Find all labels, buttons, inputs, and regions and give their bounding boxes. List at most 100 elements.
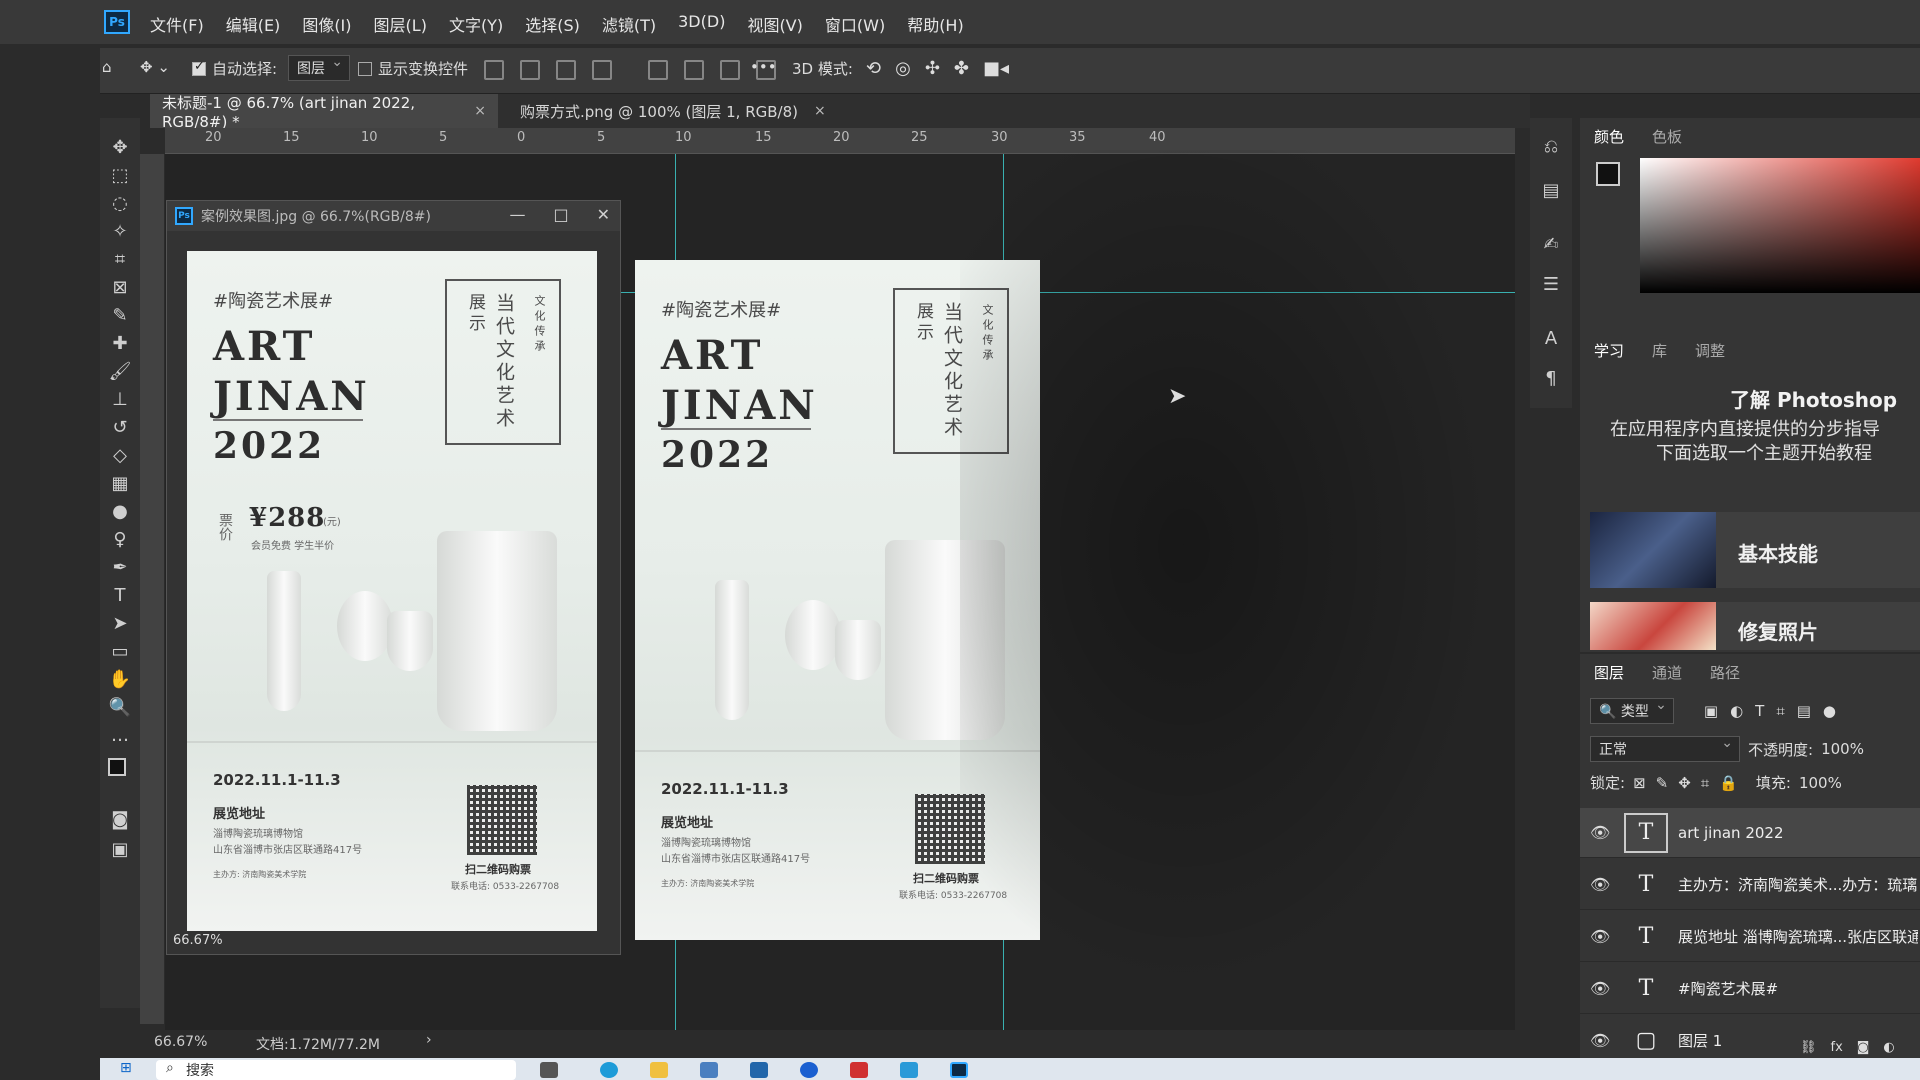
pen-tool-icon[interactable]: ✒: [108, 556, 132, 580]
menu-item[interactable]: 帮助(H): [907, 12, 964, 36]
layer-row[interactable]: 👁 T 主办方：济南陶瓷美术...办方：琉璃: [1580, 860, 1920, 910]
opacity-value[interactable]: 100%: [1821, 740, 1864, 758]
foreground-color-swatch[interactable]: [108, 758, 126, 776]
menu-item[interactable]: 图像(I): [302, 12, 351, 36]
align-middle-icon[interactable]: [684, 60, 704, 80]
layer-filter-icons[interactable]: ▣◐T⌗▤●: [1704, 702, 1848, 720]
history-brush-icon[interactable]: ↺: [108, 416, 132, 440]
tab-untitled-1[interactable]: 未标题-1 @ 66.7% (art jinan 2022, RGB/8#) *…: [150, 94, 498, 131]
menu-item[interactable]: 图层(L): [374, 12, 427, 36]
tab-color[interactable]: 颜色: [1594, 126, 1624, 147]
blend-mode-dropdown[interactable]: 正常: [1590, 735, 1740, 762]
fx-button[interactable]: fx: [1831, 1040, 1843, 1055]
lasso-tool-icon[interactable]: ◌: [108, 192, 132, 216]
blur-tool-icon[interactable]: ●: [108, 500, 132, 524]
tab-channels[interactable]: 通道: [1652, 662, 1682, 683]
close-icon[interactable]: ✕: [597, 205, 610, 224]
color-picker-field[interactable]: [1640, 158, 1920, 293]
edge-icon[interactable]: [600, 1062, 618, 1078]
type-tool-icon[interactable]: T: [108, 584, 132, 608]
frame-tool-icon[interactable]: ⊠: [108, 276, 132, 300]
tab-paths[interactable]: 路径: [1710, 662, 1740, 683]
align-top-icon[interactable]: [648, 60, 668, 80]
app-icon[interactable]: [900, 1062, 918, 1078]
app-icon[interactable]: [850, 1062, 868, 1078]
menu-item[interactable]: 编辑(E): [226, 12, 281, 36]
floating-document-window[interactable]: Ps 案例效果图.jpg @ 66.7%(RGB/8#) — □ ✕ #陶瓷艺术…: [166, 200, 621, 955]
move-tool-icon[interactable]: ✥ ⌄: [140, 58, 170, 76]
menu-item[interactable]: 文件(F): [150, 12, 204, 36]
tab-adjustments[interactable]: 调整: [1695, 340, 1725, 361]
photoshop-taskbar-icon[interactable]: [950, 1062, 968, 1078]
align-right-icon[interactable]: [556, 60, 576, 80]
3d-camera-icon[interactable]: ■◂: [983, 58, 1009, 79]
path-select-icon[interactable]: ➤: [108, 612, 132, 636]
gradient-tool-icon[interactable]: ▦: [108, 472, 132, 496]
zoom-tool-icon[interactable]: 🔍: [108, 696, 132, 720]
adjustments-icon[interactable]: ☰: [1540, 274, 1562, 296]
status-zoom[interactable]: 66.67%: [154, 1034, 207, 1050]
distribute-icon[interactable]: [592, 60, 612, 80]
menu-item[interactable]: 选择(S): [525, 12, 580, 36]
visibility-eye-icon[interactable]: 👁: [1590, 927, 1610, 946]
visibility-eye-icon[interactable]: 👁: [1590, 875, 1610, 894]
3d-pan-icon[interactable]: ✣: [925, 58, 940, 79]
eraser-icon[interactable]: ◇: [108, 444, 132, 468]
menu-item[interactable]: 视图(V): [747, 12, 802, 36]
task-view-icon[interactable]: [540, 1062, 558, 1078]
more-tools-icon[interactable]: …: [108, 724, 132, 748]
mask-icon[interactable]: ◙: [1857, 1040, 1870, 1055]
paragraph-panel-icon[interactable]: ¶: [1540, 368, 1562, 390]
more-options-button[interactable]: •••: [750, 58, 777, 76]
layer-row[interactable]: 👁 Tart jinan 2022: [1580, 808, 1920, 858]
align-center-icon[interactable]: [520, 60, 540, 80]
browser-icon[interactable]: [800, 1062, 818, 1078]
floating-window-titlebar[interactable]: Ps 案例效果图.jpg @ 66.7%(RGB/8#) — □ ✕: [167, 201, 620, 231]
mail-icon[interactable]: [750, 1062, 768, 1078]
layer-row[interactable]: 👁 T #陶瓷艺术展#: [1580, 964, 1920, 1014]
home-icon[interactable]: ⌂: [102, 58, 112, 76]
fill-value[interactable]: 100%: [1799, 774, 1842, 792]
brush-tool-icon[interactable]: 🖌: [108, 360, 132, 384]
layer-row[interactable]: 👁 T 展览地址 淄博陶瓷琉璃...张店区联通: [1580, 912, 1920, 962]
minimize-icon[interactable]: —: [509, 205, 525, 224]
file-explorer-icon[interactable]: [650, 1062, 668, 1078]
brush-settings-icon[interactable]: ✍: [1540, 234, 1562, 256]
move-tool-icon[interactable]: ✥: [108, 136, 132, 160]
tab-learn[interactable]: 学习: [1594, 340, 1624, 361]
hand-tool-icon[interactable]: ✋: [108, 668, 132, 692]
close-tab-icon[interactable]: ×: [814, 103, 826, 119]
link-layers-icon[interactable]: ⛓: [1800, 1040, 1817, 1055]
dodge-tool-icon[interactable]: ♀: [108, 528, 132, 552]
stamp-tool-icon[interactable]: ⊥: [108, 388, 132, 412]
crop-tool-icon[interactable]: ⌗: [108, 248, 132, 272]
learn-card-repair[interactable]: 修复照片: [1590, 602, 1920, 650]
menu-item[interactable]: 窗口(W): [825, 12, 885, 36]
tab-libraries[interactable]: 库: [1652, 340, 1667, 361]
close-tab-icon[interactable]: ×: [474, 103, 486, 119]
align-left-icon[interactable]: [484, 60, 504, 80]
taskbar-search[interactable]: ⌕ 搜索: [156, 1060, 516, 1080]
visibility-eye-icon[interactable]: 👁: [1590, 823, 1610, 842]
maximize-icon[interactable]: □: [553, 205, 568, 224]
visibility-eye-icon[interactable]: 👁: [1590, 979, 1610, 998]
menu-item[interactable]: 滤镜(T): [602, 12, 656, 36]
tab-swatches[interactable]: 色板: [1652, 126, 1682, 147]
store-icon[interactable]: [700, 1062, 718, 1078]
screen-mode-icon[interactable]: ▣: [108, 838, 132, 862]
history-panel-icon[interactable]: ⎌: [1540, 136, 1562, 158]
quick-mask-icon[interactable]: ◙: [108, 808, 132, 832]
visibility-eye-icon[interactable]: 👁: [1590, 1031, 1610, 1050]
windows-start-icon[interactable]: ⊞: [120, 1060, 132, 1076]
rectangle-tool-icon[interactable]: ▭: [108, 640, 132, 664]
menu-item[interactable]: 文字(Y): [449, 12, 503, 36]
3d-slide-icon[interactable]: ✤: [954, 58, 969, 79]
adjustment-layer-icon[interactable]: ◐: [1883, 1040, 1894, 1055]
align-bottom-icon[interactable]: [720, 60, 740, 80]
lock-icons[interactable]: ⊠✎✥⌗🔒: [1633, 774, 1748, 792]
3d-orbit-icon[interactable]: ⟲: [866, 58, 881, 79]
menu-item[interactable]: 3D(D): [678, 12, 725, 36]
learn-card-basics[interactable]: 基本技能: [1590, 512, 1920, 588]
show-transform-checkbox[interactable]: [358, 61, 372, 76]
layer-filter-dropdown[interactable]: 🔍 类型: [1590, 697, 1674, 724]
